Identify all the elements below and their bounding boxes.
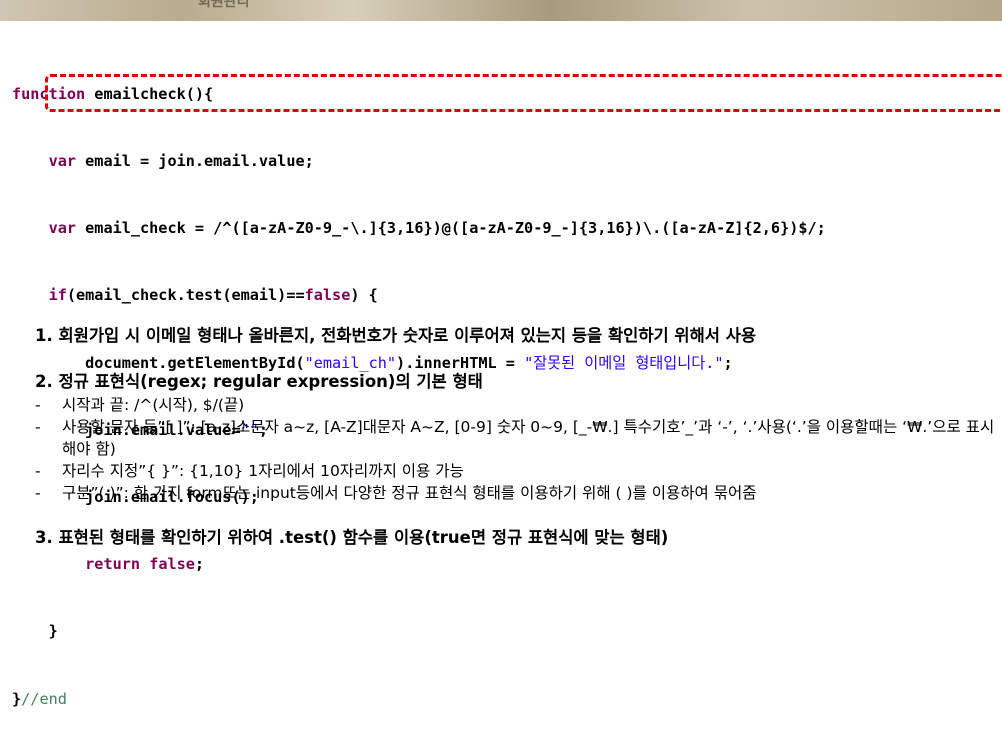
code-line-4: if(email_check.test(email)==false) { [48, 286, 378, 305]
code-line-10: }//end [12, 689, 67, 708]
notes-section: 1. 회원가입 시 이메일 형태나 올바른지, 전화번호가 숫자로 이루어져 있… [35, 324, 995, 550]
code-line-9: } [48, 622, 58, 641]
banner-title: 회원관리 [198, 0, 250, 9]
note-heading-2: 2. 정규 표현식(regex; regular expression)의 기본… [35, 372, 483, 391]
note-heading-3: 3. 표현된 형태를 확인하기 위하여 .test() 함수를 이용(true면… [35, 528, 669, 547]
note-heading-1: 1. 회원가입 시 이메일 형태나 올바른지, 전화번호가 숫자로 이루어져 있… [35, 326, 757, 345]
code-line-3-regex: var email_check = /^([a-zA-Z0-9_-\.]{3,1… [48, 219, 826, 238]
code-line-8: return false; [85, 555, 205, 574]
list-item: - 사용할 문자 등”[ ]”: [a-z]소문자 a~z, [A-Z]대문자 A… [35, 418, 995, 458]
list-item: - 시작과 끝: /^(시작), $/(끝) [35, 396, 245, 414]
code-line-2: var email = join.email.value; [48, 152, 314, 171]
regex-bullet-list: - 시작과 끝: /^(시작), $/(끝) - 사용할 문자 등”[ ]”: [a… [35, 394, 995, 504]
regex-highlight-box [45, 74, 1002, 112]
list-item: - 자리수 지정”{ }”: {1,10} 1자리에서 10자리까지 이용 가능 [35, 462, 464, 480]
slide-header-banner: 회원관리 [0, 0, 1002, 21]
list-item: - 구분”( )”: 한 가지 form또는 input등에서 다양한 정규 표현… [35, 484, 757, 502]
